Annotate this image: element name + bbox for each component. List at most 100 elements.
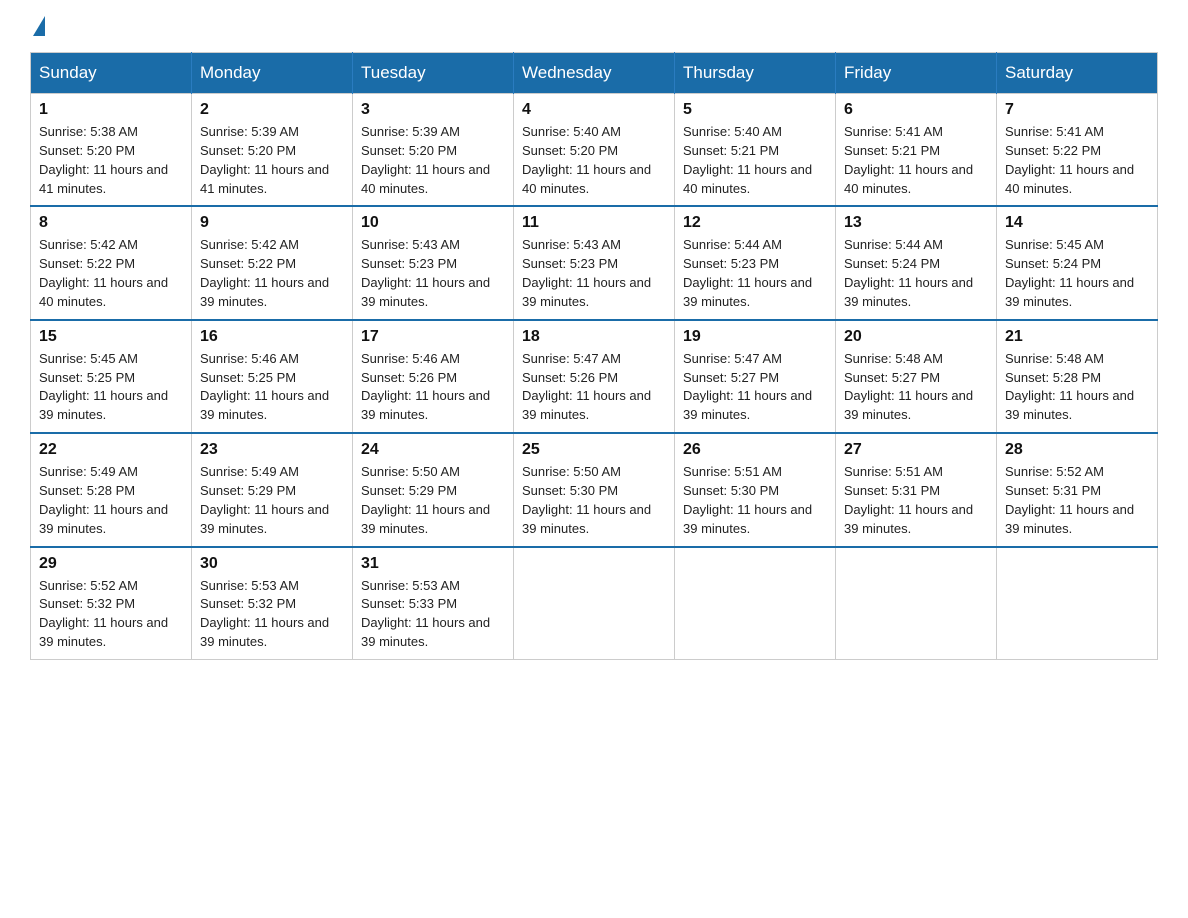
day-number: 5 [683,101,827,119]
day-number: 25 [522,441,666,459]
cell-info: Sunrise: 5:45 AMSunset: 5:25 PMDaylight:… [39,350,183,425]
calendar-cell: 7 Sunrise: 5:41 AMSunset: 5:22 PMDaylight… [997,94,1158,207]
day-number: 24 [361,441,505,459]
calendar-cell: 8 Sunrise: 5:42 AMSunset: 5:22 PMDaylight… [31,206,192,319]
calendar-cell: 5Sunrise: 5:40 AMSunset: 5:21 PMDaylight… [675,94,836,207]
calendar-cell: 15 Sunrise: 5:45 AMSunset: 5:25 PMDayligh… [31,320,192,433]
day-number: 1 [39,101,183,119]
day-number: 9 [200,214,344,232]
day-number: 3 [361,101,505,119]
calendar-cell: 11 Sunrise: 5:43 AMSunset: 5:23 PMDayligh… [514,206,675,319]
cell-info: Sunrise: 5:47 AMSunset: 5:27 PMDaylight:… [683,350,827,425]
cell-info: Sunrise: 5:48 AMSunset: 5:27 PMDaylight:… [844,350,988,425]
day-number: 14 [1005,214,1149,232]
day-number: 13 [844,214,988,232]
day-header-thursday: Thursday [675,53,836,94]
calendar-week-row: 29 Sunrise: 5:52 AMSunset: 5:32 PMDayligh… [31,547,1158,660]
calendar-week-row: 8 Sunrise: 5:42 AMSunset: 5:22 PMDaylight… [31,206,1158,319]
day-number: 16 [200,328,344,346]
day-number: 23 [200,441,344,459]
cell-info: Sunrise: 5:45 AMSunset: 5:24 PMDaylight:… [1005,236,1149,311]
calendar-cell: 18 Sunrise: 5:47 AMSunset: 5:26 PMDayligh… [514,320,675,433]
day-number: 11 [522,214,666,232]
calendar-cell [836,547,997,660]
calendar-cell: 20 Sunrise: 5:48 AMSunset: 5:27 PMDayligh… [836,320,997,433]
day-number: 22 [39,441,183,459]
day-number: 28 [1005,441,1149,459]
day-number: 19 [683,328,827,346]
days-header-row: SundayMondayTuesdayWednesdayThursdayFrid… [31,53,1158,94]
day-number: 4 [522,101,666,119]
day-header-wednesday: Wednesday [514,53,675,94]
calendar-week-row: 22 Sunrise: 5:49 AMSunset: 5:28 PMDayligh… [31,433,1158,546]
calendar-cell: 2 Sunrise: 5:39 AMSunset: 5:20 PMDaylight… [192,94,353,207]
cell-info: Sunrise: 5:39 AMSunset: 5:20 PMDaylight:… [200,123,344,198]
calendar-cell: 19 Sunrise: 5:47 AMSunset: 5:27 PMDayligh… [675,320,836,433]
calendar-cell: 26 Sunrise: 5:51 AMSunset: 5:30 PMDayligh… [675,433,836,546]
cell-info: Sunrise: 5:50 AMSunset: 5:30 PMDaylight:… [522,463,666,538]
calendar-cell: 29 Sunrise: 5:52 AMSunset: 5:32 PMDayligh… [31,547,192,660]
day-number: 26 [683,441,827,459]
calendar-cell: 9 Sunrise: 5:42 AMSunset: 5:22 PMDaylight… [192,206,353,319]
cell-info: Sunrise: 5:38 AMSunset: 5:20 PMDaylight:… [39,123,183,198]
calendar-cell: 6Sunrise: 5:41 AMSunset: 5:21 PMDaylight… [836,94,997,207]
cell-info: Sunrise: 5:43 AMSunset: 5:23 PMDaylight:… [361,236,505,311]
cell-info: Sunrise: 5:42 AMSunset: 5:22 PMDaylight:… [200,236,344,311]
calendar-cell: 10 Sunrise: 5:43 AMSunset: 5:23 PMDayligh… [353,206,514,319]
day-header-tuesday: Tuesday [353,53,514,94]
day-number: 27 [844,441,988,459]
calendar-cell [675,547,836,660]
logo [30,20,45,34]
cell-info: Sunrise: 5:53 AMSunset: 5:33 PMDaylight:… [361,577,505,652]
header [30,20,1158,34]
cell-info: Sunrise: 5:41 AMSunset: 5:22 PMDaylight:… [1005,123,1149,198]
calendar-cell: 16 Sunrise: 5:46 AMSunset: 5:25 PMDayligh… [192,320,353,433]
day-header-saturday: Saturday [997,53,1158,94]
cell-info: Sunrise: 5:39 AMSunset: 5:20 PMDaylight:… [361,123,505,198]
cell-info: Sunrise: 5:48 AMSunset: 5:28 PMDaylight:… [1005,350,1149,425]
cell-info: Sunrise: 5:42 AMSunset: 5:22 PMDaylight:… [39,236,183,311]
cell-info: Sunrise: 5:44 AMSunset: 5:24 PMDaylight:… [844,236,988,311]
cell-info: Sunrise: 5:53 AMSunset: 5:32 PMDaylight:… [200,577,344,652]
calendar-cell: 21Sunrise: 5:48 AMSunset: 5:28 PMDayligh… [997,320,1158,433]
cell-info: Sunrise: 5:47 AMSunset: 5:26 PMDaylight:… [522,350,666,425]
day-number: 20 [844,328,988,346]
cell-info: Sunrise: 5:40 AMSunset: 5:20 PMDaylight:… [522,123,666,198]
cell-info: Sunrise: 5:43 AMSunset: 5:23 PMDaylight:… [522,236,666,311]
calendar-cell: 25 Sunrise: 5:50 AMSunset: 5:30 PMDayligh… [514,433,675,546]
calendar-table: SundayMondayTuesdayWednesdayThursdayFrid… [30,52,1158,660]
calendar-cell: 1 Sunrise: 5:38 AMSunset: 5:20 PMDaylight… [31,94,192,207]
calendar-cell: 28 Sunrise: 5:52 AMSunset: 5:31 PMDayligh… [997,433,1158,546]
cell-info: Sunrise: 5:52 AMSunset: 5:32 PMDaylight:… [39,577,183,652]
calendar-cell: 14 Sunrise: 5:45 AMSunset: 5:24 PMDayligh… [997,206,1158,319]
day-number: 30 [200,555,344,573]
day-number: 10 [361,214,505,232]
calendar-cell: 12Sunrise: 5:44 AMSunset: 5:23 PMDayligh… [675,206,836,319]
day-number: 15 [39,328,183,346]
day-number: 6 [844,101,988,119]
cell-info: Sunrise: 5:46 AMSunset: 5:26 PMDaylight:… [361,350,505,425]
day-number: 8 [39,214,183,232]
calendar-cell: 13 Sunrise: 5:44 AMSunset: 5:24 PMDayligh… [836,206,997,319]
cell-info: Sunrise: 5:46 AMSunset: 5:25 PMDaylight:… [200,350,344,425]
day-number: 7 [1005,101,1149,119]
cell-info: Sunrise: 5:51 AMSunset: 5:30 PMDaylight:… [683,463,827,538]
day-number: 29 [39,555,183,573]
calendar-cell: 30 Sunrise: 5:53 AMSunset: 5:32 PMDayligh… [192,547,353,660]
calendar-week-row: 1 Sunrise: 5:38 AMSunset: 5:20 PMDaylight… [31,94,1158,207]
cell-info: Sunrise: 5:50 AMSunset: 5:29 PMDaylight:… [361,463,505,538]
day-number: 12 [683,214,827,232]
calendar-cell: 23Sunrise: 5:49 AMSunset: 5:29 PMDayligh… [192,433,353,546]
calendar-week-row: 15 Sunrise: 5:45 AMSunset: 5:25 PMDayligh… [31,320,1158,433]
cell-info: Sunrise: 5:52 AMSunset: 5:31 PMDaylight:… [1005,463,1149,538]
day-header-sunday: Sunday [31,53,192,94]
day-number: 31 [361,555,505,573]
calendar-cell [997,547,1158,660]
calendar-cell: 27Sunrise: 5:51 AMSunset: 5:31 PMDayligh… [836,433,997,546]
day-number: 2 [200,101,344,119]
day-number: 18 [522,328,666,346]
calendar-cell: 4 Sunrise: 5:40 AMSunset: 5:20 PMDaylight… [514,94,675,207]
calendar-cell: 22 Sunrise: 5:49 AMSunset: 5:28 PMDayligh… [31,433,192,546]
cell-info: Sunrise: 5:49 AMSunset: 5:28 PMDaylight:… [39,463,183,538]
calendar-cell: 17Sunrise: 5:46 AMSunset: 5:26 PMDayligh… [353,320,514,433]
